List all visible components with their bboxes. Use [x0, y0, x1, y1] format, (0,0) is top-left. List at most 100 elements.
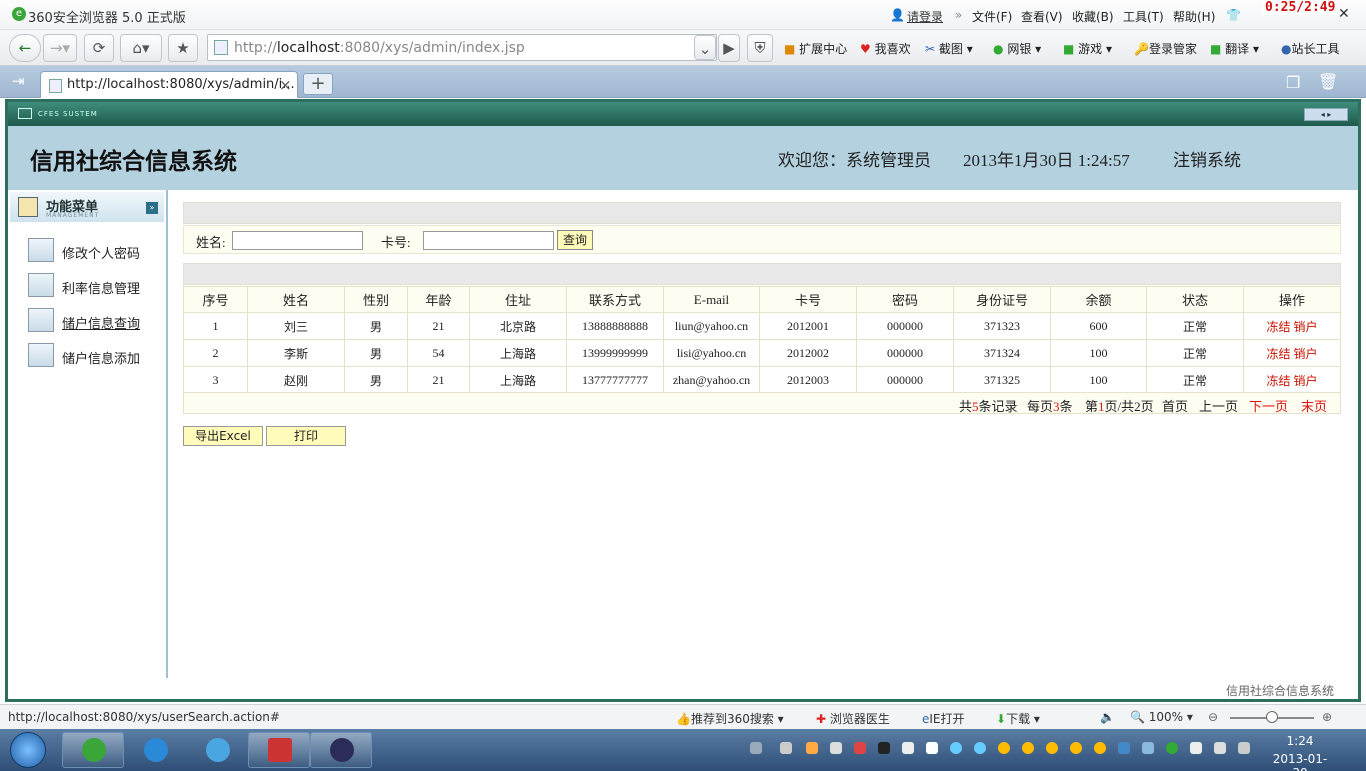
query-button[interactable]: 查询	[557, 230, 593, 250]
tray-icon[interactable]	[902, 742, 914, 754]
taskbar: 1:24 2013-01-30	[0, 729, 1366, 771]
tray-icon[interactable]	[1118, 742, 1130, 754]
toolbar-screenshot[interactable]: ✂ 截图 ▾	[925, 40, 973, 57]
toolbar-webmaster[interactable]: ●站长工具	[1281, 40, 1340, 57]
cell: 13777777777	[566, 366, 664, 394]
tray-icon[interactable]	[1214, 742, 1226, 754]
col-gender: 性别	[344, 286, 408, 313]
col-balance: 余额	[1050, 286, 1147, 313]
page-title: 信用社综合信息系统	[30, 148, 237, 175]
refresh-button[interactable]: ⟳	[84, 34, 114, 62]
tray-icon[interactable]	[830, 742, 842, 754]
forward-button[interactable]: →▾	[43, 34, 77, 62]
scroll-arrows-icon[interactable]: ◂ ▸	[1304, 108, 1348, 121]
menu-file[interactable]: 文件(F)	[972, 8, 1012, 25]
shield-icon[interactable]	[1142, 742, 1154, 754]
logout-link[interactable]: 注销系统	[1173, 146, 1241, 171]
toolbar-games[interactable]: ■ 游戏 ▾	[1063, 40, 1112, 57]
collapse-icon[interactable]: »	[146, 202, 158, 214]
sidebar-toggle-icon[interactable]: ⇥	[12, 72, 25, 90]
tray-icon[interactable]	[1238, 742, 1250, 754]
tray-icon[interactable]	[974, 742, 986, 754]
address-dropdown-icon[interactable]: ⌄	[694, 35, 716, 60]
go-button[interactable]: ▶	[718, 34, 740, 62]
tray-icon[interactable]	[950, 742, 962, 754]
prev-page-link[interactable]: 上一页	[1199, 396, 1238, 415]
cell: 赵刚	[247, 366, 345, 394]
sidebar-item-interest-rate[interactable]: 利率信息管理	[28, 273, 164, 299]
cell: 2012001	[759, 312, 857, 340]
tab-close-icon[interactable]: ×	[279, 76, 292, 94]
sidebar-item-depositor-query[interactable]: 储户信息查询	[28, 308, 164, 334]
qq-icon[interactable]	[1022, 742, 1034, 754]
taskbar-app-toolbox[interactable]	[248, 732, 310, 768]
login-link[interactable]: 请登录	[907, 8, 943, 25]
speaker-icon[interactable]: 🔈	[1100, 710, 1115, 724]
print-button[interactable]: 打印	[266, 426, 346, 446]
toolbar-translate[interactable]: ■ 翻译 ▾	[1210, 40, 1259, 57]
flag-icon[interactable]	[1190, 742, 1202, 754]
trash-icon[interactable]: 🗑	[1318, 72, 1338, 91]
tray-icon[interactable]	[926, 742, 938, 754]
menu-help[interactable]: 帮助(H)	[1173, 8, 1215, 25]
sidebar-item-change-password[interactable]: 修改个人密码	[28, 238, 164, 264]
close-account-link[interactable]: 销户	[1294, 347, 1318, 361]
tray-icon[interactable]	[780, 742, 792, 754]
export-excel-button[interactable]: 导出Excel	[183, 426, 263, 446]
star-button[interactable]: ★	[168, 34, 198, 62]
taskbar-app-messenger[interactable]	[186, 732, 248, 768]
name-input[interactable]	[232, 231, 363, 250]
close-window-icon[interactable]: ✕	[1338, 6, 1350, 22]
status-recommend[interactable]: 👍推荐到360搜索 ▾	[676, 710, 784, 727]
sidebar-item-depositor-add[interactable]: 储户信息添加	[28, 343, 164, 369]
taskbar-app-360-browser[interactable]	[62, 732, 124, 768]
home-button[interactable]: ⌂▾	[120, 34, 162, 62]
toolbar-banking[interactable]: ● 网银 ▾	[993, 40, 1041, 57]
taskbar-app-ie[interactable]	[124, 732, 186, 768]
freeze-link[interactable]: 冻结	[1266, 347, 1290, 361]
status-doctor[interactable]: ✚ 浏览器医生	[816, 710, 890, 727]
freeze-link[interactable]: 冻结	[1266, 320, 1290, 334]
close-account-link[interactable]: 销户	[1294, 320, 1318, 334]
toolbar-extensions[interactable]: ■ 扩展中心	[784, 40, 847, 57]
card-input[interactable]	[423, 231, 554, 250]
qq-icon[interactable]	[1094, 742, 1106, 754]
first-page-link[interactable]: 首页	[1162, 396, 1188, 415]
toolbar-login-manager[interactable]: 🔑登录管家	[1134, 40, 1197, 57]
start-button[interactable]	[10, 732, 46, 768]
back-button[interactable]: ←	[9, 34, 41, 62]
address-bar[interactable]: http://localhost:8080/xys/admin/index.js…	[207, 34, 717, 61]
keyboard-icon[interactable]	[750, 742, 762, 754]
next-page-link[interactable]: 下一页	[1249, 396, 1288, 415]
tray-icon[interactable]	[878, 742, 890, 754]
ie-icon	[144, 738, 168, 762]
zoom-slider-handle[interactable]	[1266, 711, 1278, 723]
new-tab-button[interactable]: +	[303, 73, 333, 95]
close-account-link[interactable]: 销户	[1294, 374, 1318, 388]
tray-icon[interactable]	[806, 742, 818, 754]
col-password: 密码	[856, 286, 954, 313]
status-ie-open[interactable]: eIE打开	[922, 710, 965, 727]
tab-active[interactable]: http://localhost:8080/xys/admin/i... ×	[40, 71, 298, 98]
taskbar-app-eclipse[interactable]	[310, 732, 372, 768]
tray-icon[interactable]	[1166, 742, 1178, 754]
shield-icon[interactable]: ⛨	[747, 34, 773, 62]
freeze-link[interactable]: 冻结	[1266, 374, 1290, 388]
cfes-label: CFES SUSTEM	[38, 110, 98, 118]
last-page-link[interactable]: 末页	[1301, 396, 1327, 415]
zoom-out-icon[interactable]: ⊖	[1208, 710, 1218, 724]
qq-icon[interactable]	[1070, 742, 1082, 754]
toolbar-likes[interactable]: ♥ 我喜欢	[860, 40, 911, 57]
zoom-level[interactable]: 🔍 100% ▾	[1130, 710, 1193, 724]
restore-tabs-icon[interactable]: ❐	[1286, 73, 1300, 92]
shirt-icon[interactable]: 👕	[1226, 8, 1241, 22]
qq-icon[interactable]	[1046, 742, 1058, 754]
menu-tools[interactable]: 工具(T)	[1123, 8, 1164, 25]
menu-view[interactable]: 查看(V)	[1021, 8, 1063, 25]
menu-favorites[interactable]: 收藏(B)	[1072, 8, 1114, 25]
system-clock[interactable]: 1:24 2013-01-30	[1270, 734, 1330, 771]
zoom-in-icon[interactable]: ⊕	[1322, 710, 1332, 724]
tray-icon[interactable]	[854, 742, 866, 754]
status-download[interactable]: ⬇下载 ▾	[996, 710, 1040, 727]
qq-icon[interactable]	[998, 742, 1010, 754]
